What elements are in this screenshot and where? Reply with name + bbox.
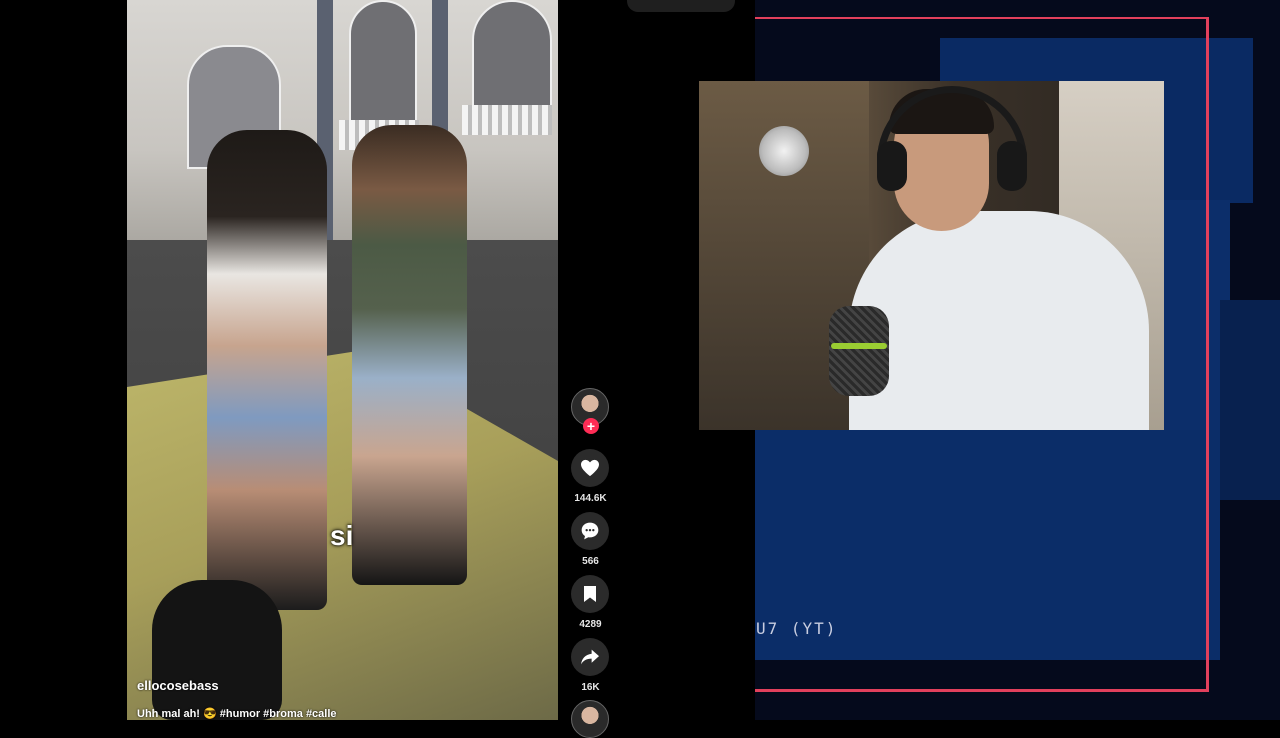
- comment-count: 566: [582, 556, 599, 567]
- music-disc-avatar[interactable]: [571, 700, 609, 738]
- share-arrow-icon: [581, 649, 599, 665]
- building-window: [472, 0, 552, 114]
- follow-button[interactable]: +: [583, 418, 599, 434]
- video-description: Uhh mal ah! 😎 #humor #broma #calle: [137, 708, 337, 720]
- bookmark-icon: [584, 586, 596, 602]
- comment-icon: [581, 522, 599, 540]
- left-black-margin: [0, 0, 127, 720]
- video-player[interactable]: si ellocosebass Uhh mal ah! 😎 #humor #br…: [127, 0, 558, 720]
- headset-earcup: [997, 141, 1027, 191]
- top-control-pill[interactable]: [627, 0, 735, 12]
- microphone-icon: [829, 306, 889, 396]
- person-left: [207, 130, 327, 610]
- save-count: 4289: [579, 619, 602, 630]
- author-name[interactable]: ellocosebass: [137, 678, 219, 693]
- like-count: 144.6K: [574, 493, 607, 504]
- webcam-feed: [699, 81, 1164, 430]
- overlay-block: [1220, 300, 1280, 500]
- building-window: [349, 0, 417, 124]
- streamer-shirt: [849, 211, 1149, 430]
- comment-button[interactable]: [571, 512, 609, 550]
- microphone-ring: [831, 343, 887, 349]
- share-count: 16K: [581, 682, 600, 693]
- action-bar: + 144.6K 566 4289 16K: [558, 0, 623, 738]
- share-button[interactable]: [571, 638, 609, 676]
- caption-word: si: [330, 520, 354, 551]
- like-button[interactable]: [571, 449, 609, 487]
- person-right: [352, 125, 467, 585]
- background-building: [127, 0, 558, 250]
- stream-credit-text: U7 (YT): [756, 619, 838, 638]
- background-lamp: [759, 126, 809, 176]
- save-button[interactable]: [571, 575, 609, 613]
- dog: [152, 580, 282, 720]
- heart-icon: [581, 459, 599, 477]
- balcony-railing: [462, 105, 552, 135]
- headset-earcup: [877, 141, 907, 191]
